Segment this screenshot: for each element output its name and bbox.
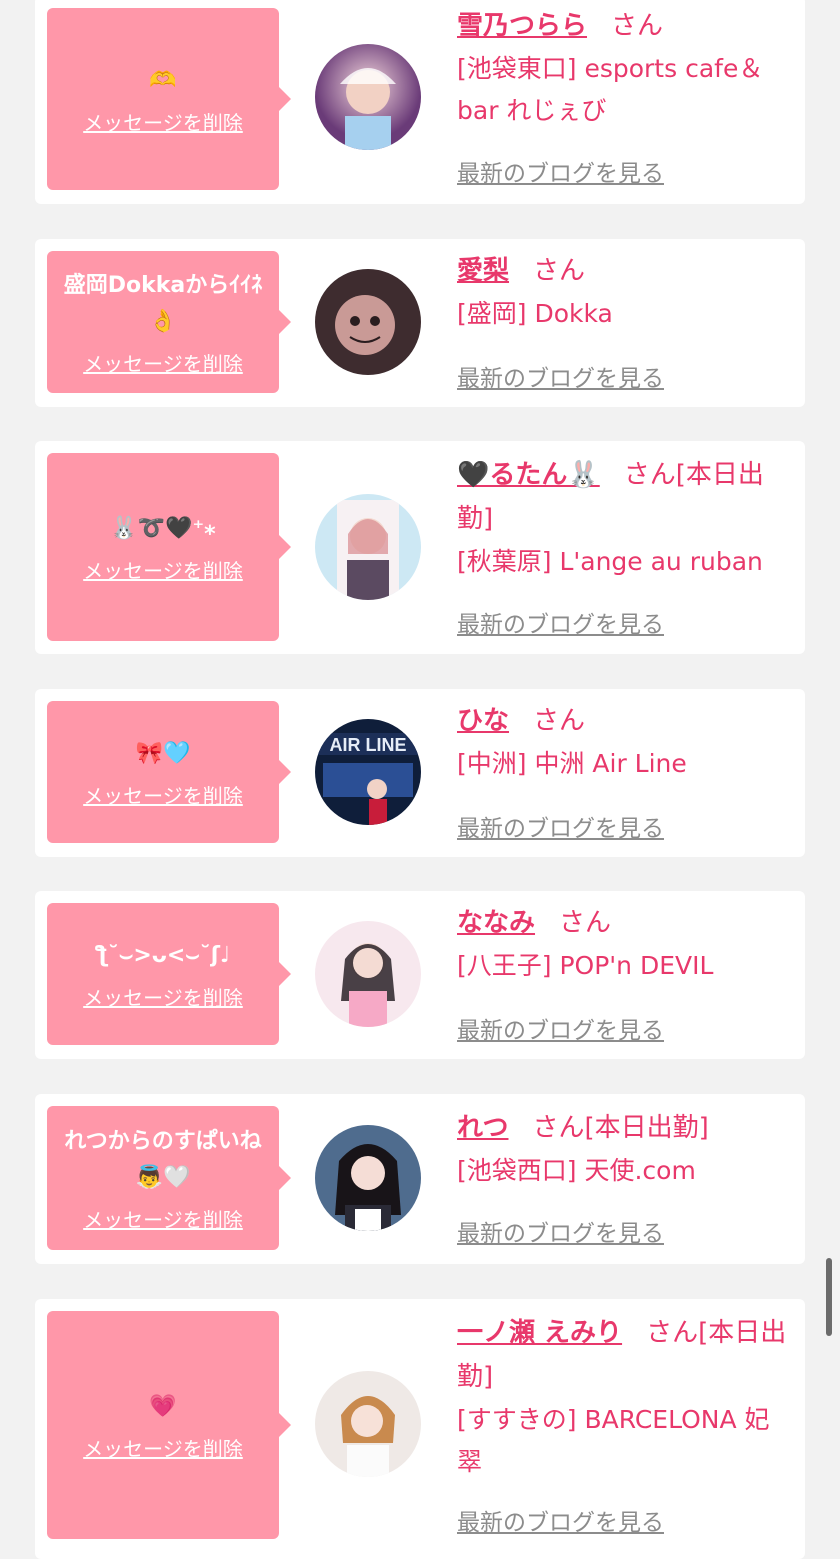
message-text: 💗 xyxy=(149,1393,177,1419)
shop-text: [八王子] POP'n DEVIL xyxy=(457,951,714,980)
avatar[interactable] xyxy=(315,921,421,1027)
delete-message-link[interactable]: メッセージを削除 xyxy=(83,1204,243,1233)
favorite-card: 💗 メッセージを削除 一ノ瀬 えみり さん[本日出勤] [すすきの] BARCEL… xyxy=(35,1299,805,1559)
avatar[interactable] xyxy=(315,1125,421,1231)
message-bubble: 💗 メッセージを削除 xyxy=(47,1311,279,1539)
message-text: ƪ˘⌣>ᴗ<⌣˘ʃ♩ xyxy=(95,942,231,968)
blog-link[interactable]: 最新のブログを見る xyxy=(457,605,664,639)
blog-link[interactable]: 最新のブログを見る xyxy=(457,1503,664,1537)
cast-name-link[interactable]: 雪乃つらら xyxy=(457,11,587,41)
message-bubble: 盛岡Dokkaからｲｲﾈ👌 メッセージを削除 xyxy=(47,251,279,393)
favorite-card: 🫶 メッセージを削除 雪乃つらら さん [池袋東口] esports cafe＆b… xyxy=(35,0,805,204)
avatar[interactable] xyxy=(315,44,421,150)
status-text: [本日出勤] xyxy=(584,1113,709,1143)
message-text: 🐰➰🖤⁺⁎ xyxy=(110,515,216,541)
san-suffix: さん xyxy=(611,11,664,41)
delete-message-link[interactable]: メッセージを削除 xyxy=(83,107,243,136)
cast-info: 🖤るたん🐰 さん[本日出勤] [秋葉原] L'ange au ruban 最新のブ… xyxy=(457,453,787,638)
scrollbar[interactable] xyxy=(826,1258,832,1336)
cast-name-link[interactable]: れつ xyxy=(457,1113,508,1143)
cast-info: 雪乃つらら さん [池袋東口] esports cafe＆bar れじぇび 最新の… xyxy=(457,4,787,187)
message-text: 🫶 xyxy=(149,67,177,93)
message-text: 🎀🩵 xyxy=(135,740,191,766)
svg-text:AIR LINE: AIR LINE xyxy=(329,735,406,755)
cast-info: 一ノ瀬 えみり さん[本日出勤] [すすきの] BARCELONA 妃翠 最新のブ… xyxy=(457,1311,787,1536)
delete-message-link[interactable]: メッセージを削除 xyxy=(83,780,243,809)
cast-info: れつ さん[本日出勤] [池袋西口] 天使.com 最新のブログを見る xyxy=(457,1106,787,1247)
blog-link[interactable]: 最新のブログを見る xyxy=(457,359,664,393)
cast-name-link[interactable]: 🖤るたん🐰 xyxy=(457,460,600,490)
message-bubble: 🎀🩵 メッセージを削除 xyxy=(47,701,279,843)
delete-message-link[interactable]: メッセージを削除 xyxy=(83,982,243,1011)
shop-text: [盛岡] Dokka xyxy=(457,299,613,328)
shop-text: [秋葉原] L'ange au ruban xyxy=(457,547,763,576)
favorite-card: れつからのすぱいね👼🤍 メッセージを削除 れつ さん[本日出勤] [池袋西口] 天… xyxy=(35,1094,805,1264)
favorite-card: 🐰➰🖤⁺⁎ メッセージを削除 🖤るたん🐰 さん[本日出勤] [秋葉原] L'ang… xyxy=(35,441,805,654)
delete-message-link[interactable]: メッセージを削除 xyxy=(83,1433,243,1462)
san-suffix: さん xyxy=(532,1113,585,1143)
avatar[interactable] xyxy=(315,494,421,600)
shop-text: [中洲] 中洲 Air Line xyxy=(457,749,687,778)
blog-link[interactable]: 最新のブログを見る xyxy=(457,1011,664,1045)
message-text: 盛岡Dokkaからｲｲﾈ👌 xyxy=(63,272,263,334)
blog-link[interactable]: 最新のブログを見る xyxy=(457,809,664,843)
san-suffix: さん xyxy=(533,706,586,736)
cast-name-link[interactable]: ななみ xyxy=(457,908,535,938)
san-suffix: さん xyxy=(533,256,586,286)
shop-text: [池袋西口] 天使.com xyxy=(457,1156,696,1185)
cast-info: 愛梨 さん [盛岡] Dokka 最新のブログを見る xyxy=(457,249,787,392)
cast-name-link[interactable]: 愛梨 xyxy=(457,256,509,286)
avatar[interactable] xyxy=(315,1371,421,1477)
favorite-card: 盛岡Dokkaからｲｲﾈ👌 メッセージを削除 愛梨 さん [盛岡] Dokka 最… xyxy=(35,239,805,407)
delete-message-link[interactable]: メッセージを削除 xyxy=(83,348,243,377)
shop-text: [すすきの] BARCELONA 妃翠 xyxy=(457,1405,770,1476)
delete-message-link[interactable]: メッセージを削除 xyxy=(83,555,243,584)
cast-name-link[interactable]: ひな xyxy=(457,706,509,736)
blog-link[interactable]: 最新のブログを見る xyxy=(457,1214,664,1248)
message-bubble: れつからのすぱいね👼🤍 メッセージを削除 xyxy=(47,1106,279,1250)
favorite-card: ƪ˘⌣>ᴗ<⌣˘ʃ♩ メッセージを削除 ななみ さん [八王子] POP'n DE… xyxy=(35,891,805,1059)
message-text: れつからのすぱいね👼🤍 xyxy=(64,1128,262,1190)
message-bubble: 🐰➰🖤⁺⁎ メッセージを削除 xyxy=(47,453,279,641)
message-bubble: ƪ˘⌣>ᴗ<⌣˘ʃ♩ メッセージを削除 xyxy=(47,903,279,1045)
cast-info: ななみ さん [八王子] POP'n DEVIL 最新のブログを見る xyxy=(457,901,787,1044)
avatar[interactable]: AIR LINE xyxy=(315,719,421,825)
message-bubble: 🫶 メッセージを削除 xyxy=(47,8,279,190)
cast-info: ひな さん [中洲] 中洲 Air Line 最新のブログを見る xyxy=(457,699,787,842)
shop-text: [池袋東口] esports cafe＆bar れじぇび xyxy=(457,54,764,125)
san-suffix: さん xyxy=(559,908,612,938)
san-suffix: さん xyxy=(623,460,676,490)
avatar[interactable] xyxy=(315,269,421,375)
blog-link[interactable]: 最新のブログを見る xyxy=(457,154,664,188)
favorite-card: 🎀🩵 メッセージを削除 AIR LINE ひな さん [中洲] 中洲 Air Li… xyxy=(35,689,805,857)
san-suffix: さん xyxy=(646,1318,699,1348)
cast-name-link[interactable]: 一ノ瀬 えみり xyxy=(457,1318,622,1348)
